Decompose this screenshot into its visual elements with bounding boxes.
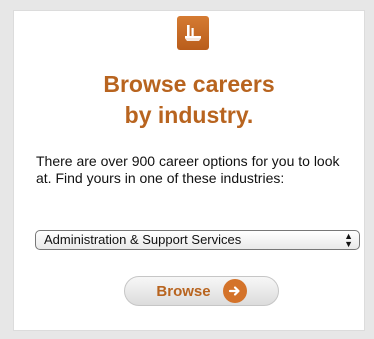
description-text: There are over 900 career options for yo… <box>36 153 340 186</box>
industry-icon <box>177 16 209 50</box>
heading-line-1: Browse careers <box>103 71 275 97</box>
industry-select-value: Administration & Support Services <box>44 232 242 247</box>
arrow-right-glyph <box>228 286 240 296</box>
browse-careers-widget: Browse careers by industry. There are ov… <box>13 10 365 331</box>
browse-button-label: Browse <box>156 282 211 300</box>
arrow-right-circle-icon <box>222 279 247 303</box>
heading-line-2: by industry. <box>124 102 254 128</box>
page-title: Browse careers by industry. <box>14 69 364 131</box>
industry-icon-glyph <box>185 25 201 41</box>
updown-arrows-icon: ▲ ▼ <box>344 231 353 249</box>
industry-select[interactable]: Administration & Support Services ▲ ▼ <box>35 230 360 250</box>
browse-button[interactable]: Browse <box>124 276 279 306</box>
